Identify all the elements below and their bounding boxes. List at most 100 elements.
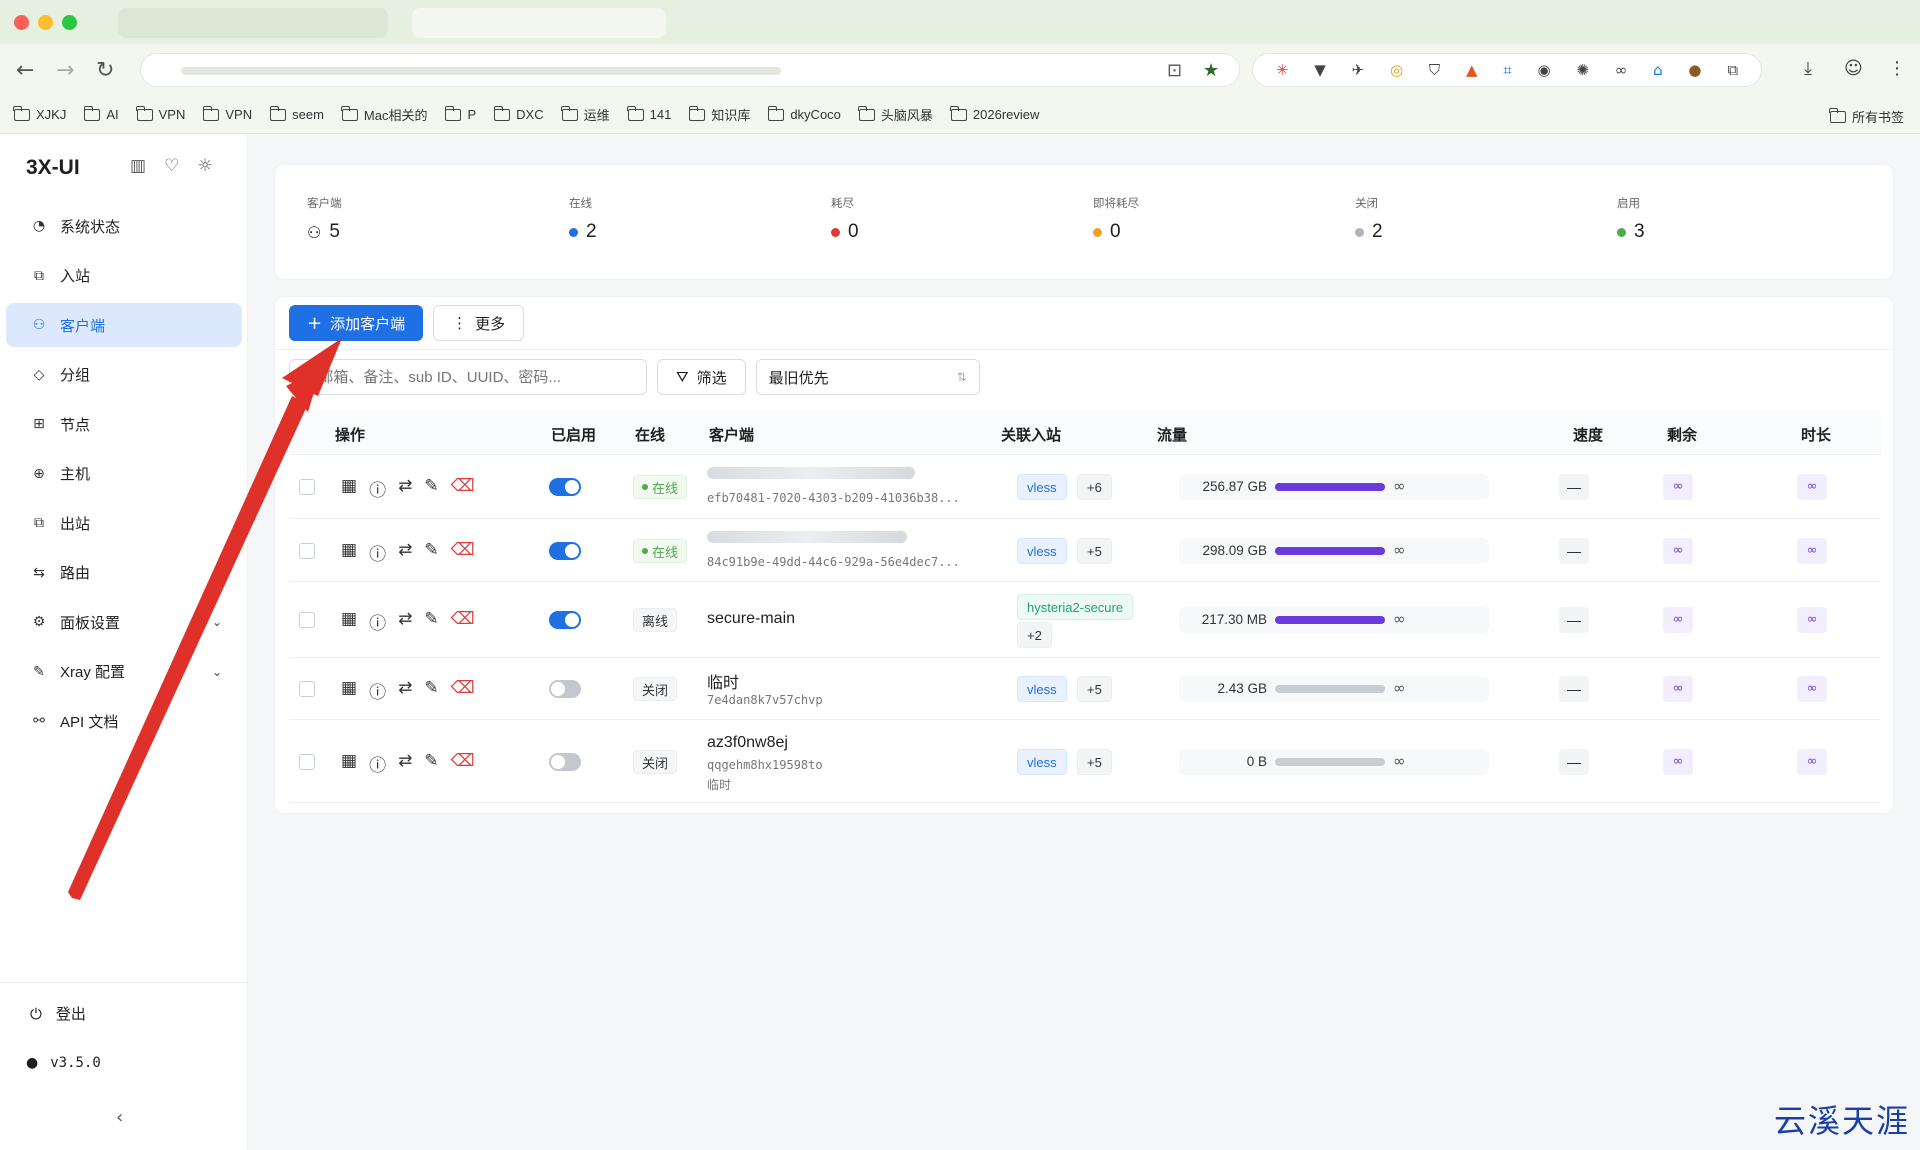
theme-sun-icon[interactable]: ☼ xyxy=(197,156,212,176)
row-checkbox[interactable] xyxy=(299,681,315,697)
info-icon[interactable]: ⓘ xyxy=(369,678,386,703)
extension-icon[interactable]: ● xyxy=(1688,61,1701,79)
enabled-toggle[interactable] xyxy=(549,542,581,560)
qr-code-icon[interactable]: ▦ xyxy=(341,751,357,776)
extension-icon[interactable]: ◎ xyxy=(1390,61,1403,79)
qr-code-icon[interactable]: ▦ xyxy=(341,609,357,634)
book-icon[interactable]: ▥ xyxy=(130,156,146,176)
extension-icon[interactable]: ⌂ xyxy=(1653,61,1663,79)
edit-icon[interactable]: ✎ xyxy=(424,751,438,776)
sidebar-item-1[interactable]: ◔ 系统状态 xyxy=(6,204,242,248)
bookmark-item[interactable]: VPN xyxy=(136,105,185,122)
sidebar-item-5[interactable]: ⊞ 节点 xyxy=(6,402,242,446)
bookmark-item[interactable]: 头脑风暴 xyxy=(858,105,933,124)
close-window-button[interactable] xyxy=(14,15,29,30)
bookmark-item[interactable]: Mac相关的 xyxy=(341,105,427,124)
bookmark-item[interactable]: 2026review xyxy=(950,105,1039,122)
extension-icon[interactable]: ✺ xyxy=(1576,61,1589,79)
qr-code-icon[interactable]: ▦ xyxy=(341,540,357,565)
edit-icon[interactable]: ✎ xyxy=(424,678,438,703)
address-bar[interactable]: ⊡ ★ xyxy=(140,53,1240,87)
browser-tab-active[interactable] xyxy=(412,8,666,38)
edit-icon[interactable]: ✎ xyxy=(424,476,438,501)
enabled-toggle[interactable] xyxy=(549,753,581,771)
browser-tab[interactable] xyxy=(118,8,388,38)
search-input[interactable] xyxy=(318,368,619,386)
bookmark-item[interactable]: P xyxy=(444,105,476,122)
sidebar-item-7[interactable]: ⧉ 出站 xyxy=(6,501,242,545)
info-icon[interactable]: ⓘ xyxy=(369,751,386,776)
enabled-toggle[interactable] xyxy=(549,478,581,496)
heart-icon[interactable]: ♡ xyxy=(164,156,179,176)
more-button[interactable]: ⋮ 更多 xyxy=(433,305,525,341)
sidebar-item-6[interactable]: ⊕ 主机 xyxy=(6,452,242,496)
profile-icon[interactable]: ☺ xyxy=(1844,58,1863,79)
bookmark-item[interactable]: AI xyxy=(83,105,119,122)
extension-icon[interactable]: ∞ xyxy=(1615,61,1628,79)
enabled-toggle[interactable] xyxy=(549,611,581,629)
delete-icon[interactable]: ⌫ xyxy=(451,540,475,565)
bookmark-item[interactable]: DXC xyxy=(493,105,544,122)
forward-icon[interactable]: → xyxy=(56,58,74,83)
sidebar-item-8[interactable]: ⇆ 路由 xyxy=(6,551,242,595)
sidebar-item-10[interactable]: ✎ Xray 配置 ⌄ xyxy=(6,650,242,694)
sidebar-item-4[interactable]: ◇ 分组 xyxy=(6,353,242,397)
sidebar-item-3[interactable]: ⚇ 客户端 xyxy=(6,303,242,347)
back-icon[interactable]: ← xyxy=(16,58,34,83)
collapse-sidebar-icon[interactable]: ‹ xyxy=(116,1107,123,1128)
delete-icon[interactable]: ⌫ xyxy=(451,476,475,501)
row-checkbox[interactable] xyxy=(299,543,315,559)
extension-icon[interactable]: ✳ xyxy=(1276,61,1289,79)
enabled-toggle[interactable] xyxy=(549,680,581,698)
extension-icon[interactable]: ▲ xyxy=(1466,61,1478,79)
all-bookmarks[interactable]: 所有书签 xyxy=(1829,107,1904,126)
reset-icon[interactable]: ⇄ xyxy=(398,476,412,501)
delete-icon[interactable]: ⌫ xyxy=(451,751,475,776)
info-icon[interactable]: ⓘ xyxy=(369,476,386,501)
sidebar-item-2[interactable]: ⧉ 入站 xyxy=(6,254,242,298)
reset-icon[interactable]: ⇄ xyxy=(398,751,412,776)
extension-icon[interactable]: ⛉ xyxy=(1429,61,1440,79)
info-icon[interactable]: ⓘ xyxy=(369,609,386,634)
bookmark-item[interactable]: dkyCoco xyxy=(767,105,841,122)
delete-icon[interactable]: ⌫ xyxy=(451,678,475,703)
row-checkbox[interactable] xyxy=(299,612,315,628)
add-client-button[interactable]: + 添加客户端 xyxy=(289,305,424,341)
extension-icon[interactable]: ✈ xyxy=(1352,61,1365,79)
reset-icon[interactable]: ⇄ xyxy=(398,609,412,634)
row-checkbox[interactable] xyxy=(299,479,315,495)
download-icon[interactable]: ⤓ xyxy=(1804,58,1812,79)
bookmark-item[interactable]: 知识库 xyxy=(688,105,750,124)
bookmark-item[interactable]: 运维 xyxy=(560,105,610,124)
extension-icon[interactable]: ◉ xyxy=(1538,61,1551,79)
delete-icon[interactable]: ⌫ xyxy=(451,609,475,634)
extensions-puzzle-icon[interactable]: ⧉ xyxy=(1727,61,1738,79)
info-icon[interactable]: ⓘ xyxy=(369,540,386,565)
bookmark-item[interactable]: seem xyxy=(269,105,324,122)
sidebar-item-9[interactable]: ⚙ 面板设置 ⌄ xyxy=(6,600,242,644)
sidebar-item-11[interactable]: ⚯ API 文档 xyxy=(6,699,242,743)
menu-kebab-icon[interactable]: ⋮ xyxy=(1888,58,1906,79)
reset-icon[interactable]: ⇄ xyxy=(398,678,412,703)
reload-icon[interactable]: ↻ xyxy=(96,58,114,83)
version-link[interactable]: ● v3.5.0 xyxy=(26,1055,101,1071)
extension-icon[interactable]: ▼ xyxy=(1314,61,1326,79)
edit-icon[interactable]: ✎ xyxy=(424,540,438,565)
minimize-window-button[interactable] xyxy=(38,15,53,30)
extension-icon[interactable]: ⌗ xyxy=(1503,61,1511,79)
bookmark-item[interactable]: XJKJ xyxy=(13,105,66,122)
qr-code-icon[interactable]: ▦ xyxy=(341,678,357,703)
sidebar-item-label: 客户端 xyxy=(60,317,106,335)
sort-select[interactable]: 最旧优先 ⇅ xyxy=(755,359,980,395)
bookmark-item[interactable]: VPN xyxy=(202,105,252,122)
zoom-window-button[interactable] xyxy=(62,15,77,30)
filter-button[interactable]: ⛛ 筛选 xyxy=(657,359,746,395)
qr-code-icon[interactable]: ▦ xyxy=(341,476,357,501)
translate-icon[interactable]: ⊡ xyxy=(1167,60,1182,81)
bookmark-item[interactable]: 141 xyxy=(627,105,671,122)
bookmark-star-icon[interactable]: ★ xyxy=(1203,60,1219,81)
reset-icon[interactable]: ⇄ xyxy=(398,540,412,565)
logout-item[interactable]: ⏻ 登出 xyxy=(30,1003,86,1024)
edit-icon[interactable]: ✎ xyxy=(424,609,438,634)
row-checkbox[interactable] xyxy=(299,754,315,770)
